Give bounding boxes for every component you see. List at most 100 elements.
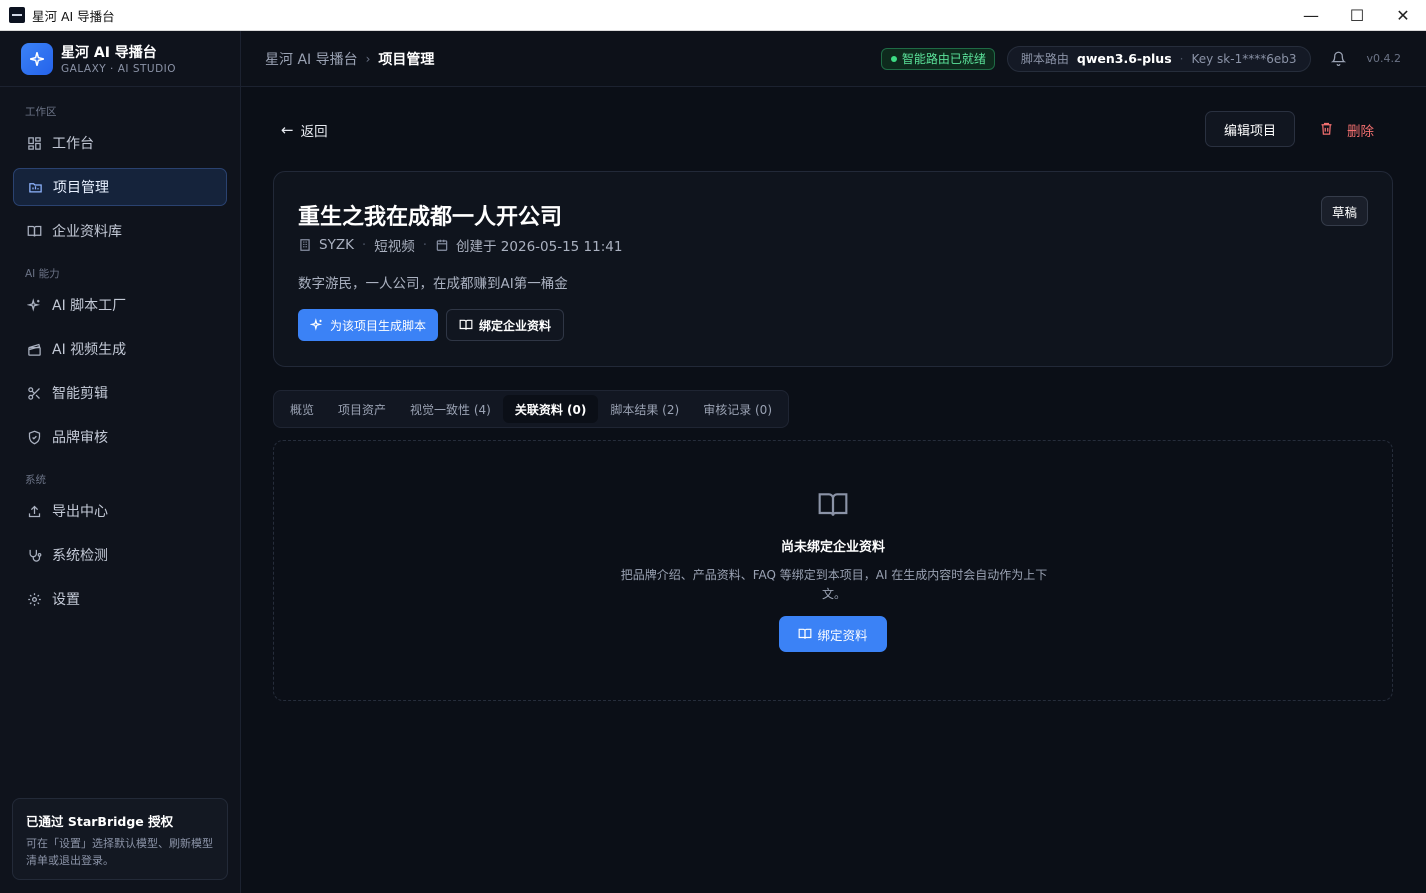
- tab-overview[interactable]: 概览: [278, 395, 326, 423]
- scissors-icon: [26, 385, 42, 401]
- calendar-icon: [435, 238, 449, 252]
- sidebar-item-label: AI 脚本工厂: [52, 298, 127, 314]
- stethoscope-icon: [26, 547, 42, 563]
- brand: 星河 AI 导播台 GALAXY · AI STUDIO: [0, 31, 240, 87]
- shield-check-icon: [26, 429, 42, 445]
- auth-description: 可在「设置」选择默认模型、刷新模型清单或退出登录。: [26, 837, 213, 867]
- sidebar-item-projects[interactable]: 项目管理: [13, 168, 227, 206]
- project-card: 重生之我在成都一人开公司 草稿 SYZK · 短视频 · 创建于 2026-05…: [273, 171, 1393, 367]
- project-description: 数字游民，一人公司，在成都赚到AI第一桶金: [298, 276, 568, 292]
- sparkles-icon: [26, 297, 42, 313]
- delete-project-button[interactable]: 删除: [1319, 120, 1374, 140]
- chevron-right-icon: ›: [365, 51, 371, 66]
- sidebar-item-label: 企业资料库: [52, 224, 122, 240]
- project-meta: SYZK · 短视频 · 创建于 2026-05-15 11:41: [298, 235, 622, 255]
- separator-dot: ·: [361, 237, 367, 253]
- model-route-pill[interactable]: 脚本路由 qwen3.6-plus · Key sk-1****6eb3: [1006, 45, 1311, 72]
- bind-data-button[interactable]: 绑定资料: [779, 616, 887, 652]
- delete-label: 删除: [1347, 124, 1374, 140]
- breadcrumb-current: 项目管理: [378, 51, 435, 68]
- minimize-button[interactable]: —: [1288, 0, 1334, 31]
- sidebar-item-label: 工作台: [52, 136, 94, 152]
- route-model: qwen3.6-plus: [1076, 51, 1172, 66]
- sidebar-item-label: 设置: [52, 592, 80, 608]
- empty-state-panel: 尚未绑定企业资料 把品牌介绍、产品资料、FAQ 等绑定到本项目，AI 在生成内容…: [273, 440, 1393, 701]
- router-status-badge: 智能路由已就绪: [880, 47, 995, 70]
- generate-script-label: 为该项目生成脚本: [330, 318, 427, 333]
- open-book-icon: [817, 489, 849, 521]
- sidebar-item-label: 系统检测: [52, 548, 108, 564]
- sidebar-item-brand-review[interactable]: 品牌审核: [13, 418, 227, 456]
- section-label-ai: AI 能力: [25, 268, 60, 280]
- section-label-system: 系统: [25, 474, 46, 486]
- bind-company-data-label: 绑定企业资料: [479, 318, 552, 333]
- top-header: 星河 AI 导播台 › 项目管理 智能路由已就绪 脚本路由 qwen3.6-pl…: [241, 31, 1426, 87]
- sidebar-item-dashboard[interactable]: 工作台: [13, 124, 227, 162]
- sidebar-item-diagnostics[interactable]: 系统检测: [13, 536, 227, 574]
- sidebar-item-label: AI 视频生成: [52, 342, 127, 358]
- tab-script-results[interactable]: 脚本结果 (2): [598, 395, 691, 423]
- brand-name: 星河 AI 导播台: [61, 45, 157, 61]
- sidebar-item-export[interactable]: 导出中心: [13, 492, 227, 530]
- gear-icon: [26, 591, 42, 607]
- window-title: 星河 AI 导播台: [32, 8, 115, 24]
- dashboard-grid-icon: [26, 135, 42, 151]
- upload-icon: [26, 503, 42, 519]
- sidebar-item-label: 智能剪辑: [52, 386, 108, 402]
- sidebar-item-label: 导出中心: [52, 504, 108, 520]
- breadcrumb-root[interactable]: 星河 AI 导播台: [265, 49, 358, 69]
- book-icon: [798, 627, 812, 641]
- trash-icon: [1319, 121, 1334, 140]
- auth-status-card: 已通过 StarBridge 授权 可在「设置」选择默认模型、刷新模型清单或退出…: [12, 798, 228, 880]
- main-content: ← 返回 编辑项目 删除 重生之我在成都一人开公司 草稿 SYZK · 短视频 …: [241, 87, 1426, 893]
- generate-script-button[interactable]: 为该项目生成脚本: [298, 309, 439, 341]
- sidebar: 星河 AI 导播台 GALAXY · AI STUDIO 工作区 工作台 项目管…: [0, 31, 241, 893]
- window-titlebar: 星河 AI 导播台 — ☐ ✕: [0, 0, 1426, 31]
- empty-state-title: 尚未绑定企业资料: [780, 540, 885, 555]
- project-type: 短视频: [374, 239, 415, 255]
- sparkles-icon: [310, 318, 324, 332]
- project-created-date: 创建于 2026-05-15 11:41: [456, 239, 623, 255]
- project-tabs: 概览 项目资产 视觉一致性 (4) 关联资料 (0) 脚本结果 (2) 审核记录…: [273, 390, 790, 428]
- status-text: 智能路由已就绪: [901, 52, 986, 66]
- status-badge: 草稿: [1320, 196, 1368, 226]
- back-label: 返回: [300, 124, 328, 140]
- api-key-masked: Key sk-1****6eb3: [1191, 51, 1297, 66]
- brand-subtitle: GALAXY · AI STUDIO: [61, 63, 177, 75]
- status-dot-icon: [890, 55, 897, 62]
- project-company: SYZK: [319, 237, 354, 253]
- sidebar-item-settings[interactable]: 设置: [13, 580, 227, 618]
- close-button[interactable]: ✕: [1380, 0, 1426, 31]
- clapperboard-icon: [26, 341, 42, 357]
- separator-dot: ·: [1179, 51, 1184, 66]
- bell-icon[interactable]: [1331, 51, 1347, 67]
- tab-assets[interactable]: 项目资产: [326, 395, 398, 423]
- arrow-left-icon: ←: [281, 121, 294, 139]
- building-icon: [298, 238, 312, 252]
- maximize-button[interactable]: ☐: [1334, 0, 1380, 31]
- edit-project-button[interactable]: 编辑项目: [1205, 111, 1295, 147]
- empty-state-description: 把品牌介绍、产品资料、FAQ 等绑定到本项目，AI 在生成内容时会自动作为上下文…: [620, 568, 1048, 601]
- auth-title: 已通过 StarBridge 授权: [26, 814, 174, 829]
- tab-review-log[interactable]: 审核记录 (0): [691, 395, 784, 423]
- sidebar-item-knowledge-base[interactable]: 企业资料库: [13, 212, 227, 250]
- route-label: 脚本路由: [1020, 52, 1069, 66]
- app-icon: [9, 7, 25, 23]
- book-icon: [26, 223, 42, 239]
- sidebar-item-video-gen[interactable]: AI 视频生成: [13, 330, 227, 368]
- sidebar-item-script-factory[interactable]: AI 脚本工厂: [13, 286, 227, 324]
- bind-data-label: 绑定资料: [817, 627, 868, 643]
- bind-company-data-button[interactable]: 绑定企业资料: [446, 309, 565, 341]
- sidebar-item-label: 项目管理: [53, 180, 109, 196]
- window-controls: — ☐ ✕: [1288, 0, 1426, 31]
- tab-linked-data[interactable]: 关联资料 (0): [502, 395, 599, 423]
- brand-logo-icon: [21, 42, 53, 75]
- sidebar-item-smart-edit[interactable]: 智能剪辑: [13, 374, 227, 412]
- section-label-workspace: 工作区: [25, 106, 57, 118]
- folder-icon: [27, 179, 43, 195]
- tab-visual-consistency[interactable]: 视觉一致性 (4): [398, 395, 503, 423]
- breadcrumb: 星河 AI 导播台 › 项目管理: [265, 49, 434, 69]
- book-icon: [459, 318, 473, 332]
- project-title: 重生之我在成都一人开公司: [298, 205, 563, 230]
- back-button[interactable]: ← 返回: [281, 120, 328, 140]
